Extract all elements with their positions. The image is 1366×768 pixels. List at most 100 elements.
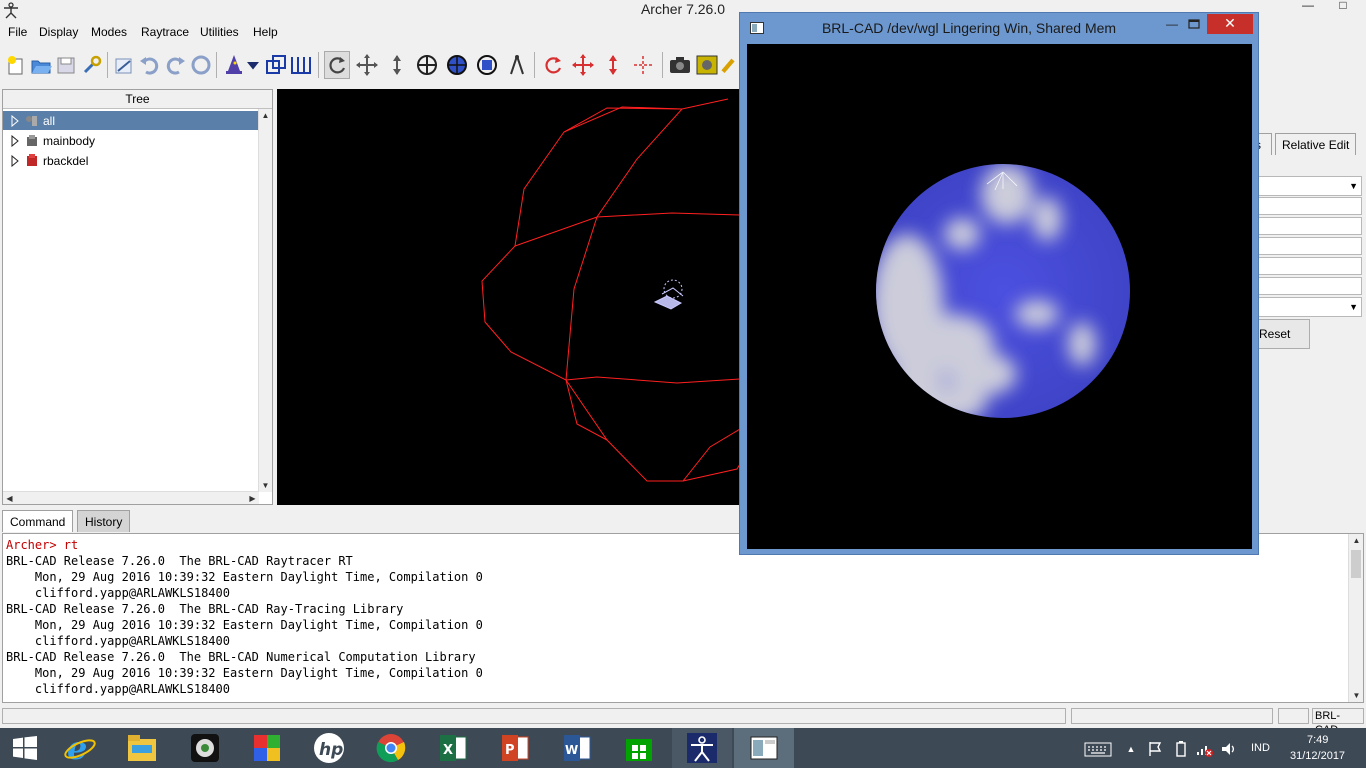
scale-view-icon[interactable]	[384, 51, 410, 79]
taskbar-word[interactable]: W	[547, 728, 607, 768]
edit-field[interactable]	[1258, 277, 1362, 295]
taskbar-file-explorer[interactable]	[112, 728, 172, 768]
taskbar-internet-explorer[interactable]: e	[50, 728, 110, 768]
raytrace-framebuffer[interactable]	[747, 44, 1252, 549]
tree-item-rbackdel[interactable]: rbackdel	[3, 151, 259, 170]
center-view-icon[interactable]	[414, 51, 440, 79]
menu-raytrace[interactable]: Raytrace	[141, 25, 189, 39]
new-database-icon[interactable]	[3, 51, 29, 79]
tab-history[interactable]: History	[77, 510, 131, 532]
edit-field[interactable]	[1258, 197, 1362, 215]
media-icon	[191, 734, 219, 762]
raytrace-camera-icon[interactable]	[667, 51, 693, 79]
taskbar-chrome[interactable]	[361, 728, 421, 768]
edit-icon[interactable]	[111, 51, 137, 79]
center-object-icon[interactable]	[630, 51, 656, 79]
translate-object-icon[interactable]	[570, 51, 596, 79]
reset-button[interactable]: Reset	[1258, 319, 1310, 349]
scroll-up-icon[interactable]: ▲	[259, 109, 272, 122]
wireframe-ring	[481, 98, 740, 482]
console-line: BRL-CAD Release 7.26.0 The BRL-CAD Raytr…	[6, 554, 353, 568]
menu-file[interactable]: File	[8, 25, 27, 39]
taskbar-hp-app[interactable]: hp	[299, 728, 359, 768]
scale-object-icon[interactable]	[600, 51, 626, 79]
tree-item-mainbody[interactable]: mainbody	[3, 131, 259, 150]
tree-vertical-scrollbar[interactable]: ▲ ▼	[258, 109, 272, 492]
edit-mode-select[interactable]: ▼	[1258, 297, 1362, 317]
open-database-icon[interactable]	[28, 51, 54, 79]
tree-panel: Tree all mainbody rbackdel ▲ ▼ ◀ ▶	[2, 89, 273, 505]
maximize-button[interactable]	[1182, 16, 1206, 34]
component-pick-icon[interactable]	[444, 51, 470, 79]
tree-horizontal-scrollbar[interactable]: ◀ ▶	[3, 491, 259, 504]
tree-item-all[interactable]: all	[3, 111, 259, 130]
taskbar-framebuffer-window[interactable]	[734, 728, 794, 768]
copy-icon[interactable]	[263, 51, 289, 79]
preferences-icon[interactable]	[79, 51, 105, 79]
tab-command[interactable]: Command	[2, 510, 74, 532]
scroll-thumb[interactable]	[1351, 550, 1361, 578]
taskbar-archer[interactable]	[672, 728, 732, 768]
rotate-object-icon[interactable]	[540, 51, 566, 79]
reset-label: Reset	[1259, 327, 1291, 341]
rotate-view-icon[interactable]	[324, 51, 350, 79]
scroll-right-icon[interactable]: ▶	[246, 492, 259, 505]
chevron-down-icon: ▼	[1349, 181, 1358, 191]
expand-arrow-icon[interactable]	[9, 114, 21, 127]
scroll-left-icon[interactable]: ◀	[3, 492, 16, 505]
excel-icon: X	[440, 735, 467, 761]
expand-arrow-icon[interactable]	[9, 154, 21, 167]
edit-field[interactable]	[1258, 237, 1362, 255]
show-hidden-icons-icon[interactable]: ▲	[1122, 740, 1140, 758]
framebuffer-icon[interactable]	[694, 51, 720, 79]
scroll-down-icon[interactable]: ▼	[1350, 689, 1363, 702]
undo-icon[interactable]	[137, 51, 163, 79]
console-line: clifford.yapp@ARLAWKLS18400	[6, 586, 230, 600]
expand-arrow-icon[interactable]	[9, 134, 21, 147]
menu-display[interactable]: Display	[39, 25, 78, 39]
menu-modes[interactable]: Modes	[91, 25, 127, 39]
save-database-icon[interactable]	[53, 51, 79, 79]
clock-time[interactable]: 7:49	[1307, 734, 1328, 746]
taskbar-excel[interactable]: X	[423, 728, 483, 768]
language-indicator[interactable]: IND	[1251, 742, 1270, 754]
battery-icon[interactable]	[1172, 740, 1190, 758]
raytrace-title-bar[interactable]: BRL-CAD /dev/wgl Lingering Win, Shared M…	[740, 13, 1258, 43]
taskbar-paint-app[interactable]	[237, 728, 297, 768]
assembly-icon	[26, 115, 37, 126]
more-icon[interactable]	[244, 51, 262, 79]
minimize-button[interactable]: —	[1295, 0, 1321, 12]
measure-icon[interactable]	[474, 51, 500, 79]
close-button[interactable]: ✕	[1207, 14, 1253, 34]
combination-icon[interactable]	[288, 51, 314, 79]
redo-icon[interactable]	[162, 51, 188, 79]
start-button[interactable]	[0, 728, 50, 768]
maximize-button[interactable]: □	[1330, 0, 1356, 12]
menu-utilities[interactable]: Utilities	[200, 25, 239, 39]
volume-icon[interactable]	[1220, 740, 1238, 758]
primitive-select[interactable]: ▼	[1258, 176, 1362, 196]
edit-field[interactable]	[1258, 217, 1362, 235]
edit-field[interactable]	[1258, 257, 1362, 275]
action-center-flag-icon[interactable]	[1146, 740, 1164, 758]
console-scrollbar[interactable]: ▲ ▼	[1348, 534, 1363, 702]
tab-relative-edit[interactable]: Relative Edit	[1275, 133, 1357, 155]
scroll-down-icon[interactable]: ▼	[259, 479, 272, 492]
network-disconnected-icon[interactable]	[1196, 740, 1214, 758]
minimize-button[interactable]: —	[1160, 17, 1184, 35]
compass-icon[interactable]	[504, 51, 530, 79]
taskbar-store[interactable]	[609, 728, 669, 768]
revert-icon[interactable]	[188, 51, 214, 79]
keyboard-icon[interactable]	[1084, 740, 1112, 758]
clear-icon[interactable]	[718, 51, 738, 79]
menu-help[interactable]: Help	[253, 25, 278, 39]
taskbar-powerpoint[interactable]: P	[485, 728, 545, 768]
model-glyph	[653, 279, 684, 310]
command-console[interactable]: Archer> rt BRL-CAD Release 7.26.0 The BR…	[2, 533, 1364, 703]
scroll-up-icon[interactable]: ▲	[1350, 534, 1363, 547]
taskbar-media-app[interactable]	[175, 728, 235, 768]
graphics-view[interactable]	[277, 89, 740, 505]
console-line: clifford.yapp@ARLAWKLS18400	[6, 634, 230, 648]
clock-date[interactable]: 31/12/2017	[1290, 750, 1345, 762]
translate-view-icon[interactable]	[354, 51, 380, 79]
